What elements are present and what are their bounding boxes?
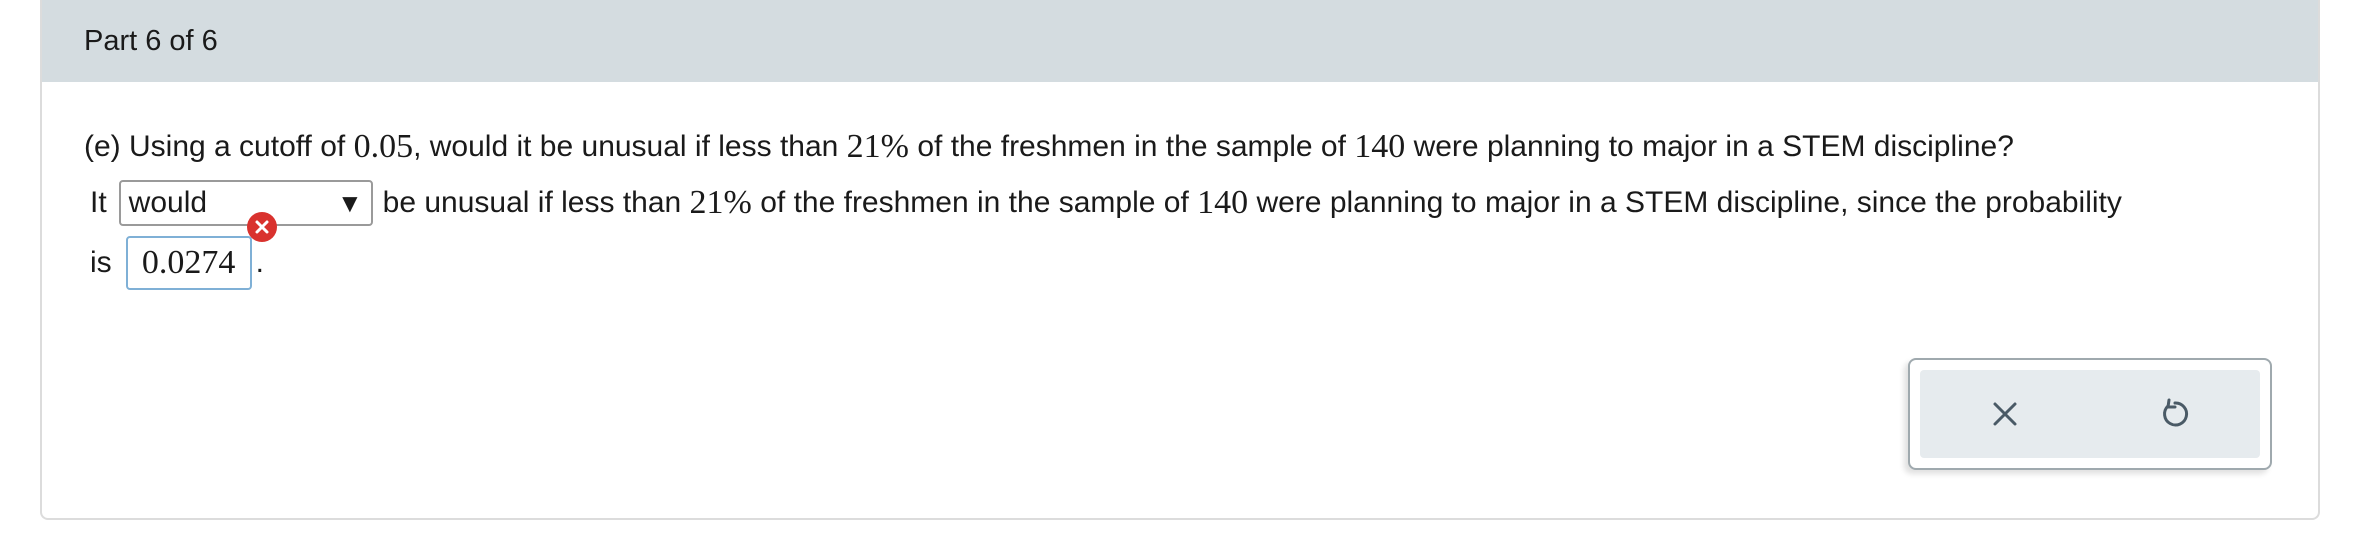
answer-percent: 21% [689, 184, 752, 221]
question-percent: 21% [846, 128, 909, 165]
answer-start: It [90, 186, 107, 219]
probability-line: is 0.0274 . [84, 236, 264, 290]
undo-icon [2163, 398, 2189, 427]
clear-button[interactable] [1975, 384, 2035, 444]
question-card: Part 6 of 6 (e) Using a cutoff of 0.05 ,… [40, 0, 2320, 520]
undo-button[interactable] [2145, 384, 2205, 444]
part-header: Part 6 of 6 [42, 0, 2318, 82]
answer-after3: were planning to major in a STEM discipl… [1248, 186, 2122, 219]
question-sample: 140 [1354, 128, 1406, 165]
probability-input[interactable]: 0.0274 [125, 236, 252, 290]
would-dropdown[interactable]: would ▼ [118, 180, 373, 242]
answer-sample: 140 [1197, 184, 1249, 221]
question-mid1: , would it be unusual if less than [413, 130, 847, 163]
question-mid2: of the freshmen in the sample of [909, 130, 1355, 163]
question-cutoff: 0.05 [353, 128, 414, 165]
answer-after1: be unusual if less than [382, 186, 690, 219]
toolbar-inner [1920, 370, 2260, 458]
question-text: (e) Using a cutoff of 0.05 , would it be… [84, 128, 2014, 166]
answer-toolbar [1908, 358, 2272, 470]
probability-start: is [90, 246, 112, 279]
probability-end: . [255, 246, 265, 279]
question-prefix: (e) Using a cutoff of [84, 130, 354, 163]
dropdown-value: would [128, 186, 208, 219]
close-icon [1993, 402, 2017, 426]
answer-line: It would ▼ be unusual if less than 21% o… [84, 180, 2122, 242]
part-label: Part 6 of 6 [84, 24, 218, 57]
probability-value: 0.0274 [141, 244, 236, 281]
question-suffix: were planning to major in a STEM discipl… [1405, 130, 2014, 163]
answer-after2: of the freshmen in the sample of [751, 186, 1198, 219]
chevron-down-icon: ▼ [336, 188, 363, 218]
